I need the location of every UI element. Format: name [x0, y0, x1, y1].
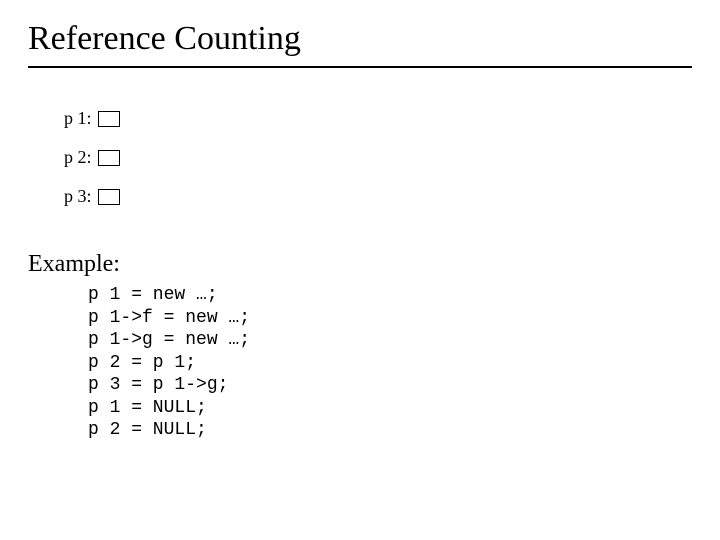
- pointer-box-p3: [98, 189, 120, 205]
- slide-container: Reference Counting p 1: p 2: p 3: Exampl…: [0, 0, 720, 462]
- pointer-row-p3: p 3:: [64, 186, 692, 207]
- pointer-label-p3: p 3:: [64, 186, 92, 207]
- code-line: p 1 = new …;: [88, 285, 218, 305]
- page-title: Reference Counting: [28, 20, 692, 58]
- pointer-row-p2: p 2:: [64, 147, 692, 168]
- title-divider: [28, 66, 692, 68]
- code-line: p 1->f = new …;: [88, 308, 250, 328]
- pointer-list: p 1: p 2: p 3:: [64, 108, 692, 207]
- pointer-row-p1: p 1:: [64, 108, 692, 129]
- example-heading: Example:: [28, 251, 692, 278]
- pointer-label-p1: p 1:: [64, 108, 92, 129]
- pointer-box-p1: [98, 111, 120, 127]
- code-line: p 1->g = new …;: [88, 330, 250, 350]
- code-line: p 1 = NULL;: [88, 398, 207, 418]
- code-line: p 2 = NULL;: [88, 420, 207, 440]
- code-line: p 3 = p 1->g;: [88, 375, 228, 395]
- code-line: p 2 = p 1;: [88, 353, 196, 373]
- pointer-label-p2: p 2:: [64, 147, 92, 168]
- pointer-box-p2: [98, 150, 120, 166]
- code-block: p 1 = new …; p 1->f = new …; p 1->g = ne…: [88, 284, 692, 442]
